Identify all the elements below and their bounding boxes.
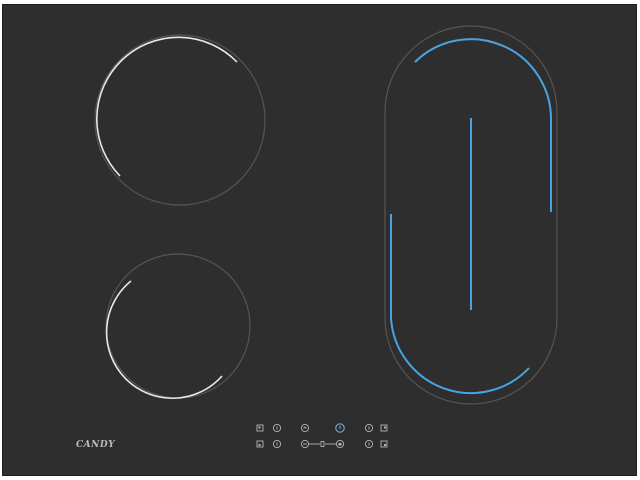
front-left-zone-outline: [105, 253, 251, 399]
square-icon-dot: [258, 444, 261, 446]
cooking-zones-layer: [94, 25, 558, 449]
bridge-zone-bottom-indicator: [390, 214, 530, 395]
clock-top[interactable]: [300, 423, 310, 433]
timer-bottom-left[interactable]: [272, 439, 282, 449]
brand-logo: CANDY: [76, 440, 116, 450]
zone-select-top-right[interactable]: [380, 424, 388, 432]
square-icon-dot: [384, 444, 386, 446]
lock-button[interactable]: [335, 439, 345, 449]
power-button[interactable]: [335, 423, 345, 433]
square-icon-dot: [258, 426, 261, 429]
zone-select-top-left[interactable]: [256, 424, 264, 432]
bridge-zone[interactable]: [384, 25, 558, 405]
clock-icon: [300, 423, 310, 433]
bridge-zone-top-indicator: [414, 38, 553, 212]
clock-icon-hands: [303, 426, 307, 429]
front-left-zone-heat-indicator: [105, 280, 223, 399]
timer-bottom-right[interactable]: [364, 439, 374, 449]
lock-icon-body: [338, 443, 342, 446]
slider-bar[interactable]: [300, 439, 336, 449]
touch-control-panel: [256, 423, 388, 449]
timer-top-right[interactable]: [364, 423, 374, 433]
rear-left-zone[interactable]: [94, 34, 266, 206]
slider-thumb: [320, 441, 325, 447]
square-icon-dot: [384, 426, 386, 429]
rear-left-zone-heat-indicator: [96, 36, 238, 177]
zone-select-bottom-right[interactable]: [380, 440, 388, 448]
zone-select-bottom-left[interactable]: [256, 440, 264, 448]
front-left-zone[interactable]: [105, 253, 251, 399]
timer-top-left[interactable]: [272, 423, 282, 433]
screenshot-frame: CANDY: [0, 0, 640, 480]
